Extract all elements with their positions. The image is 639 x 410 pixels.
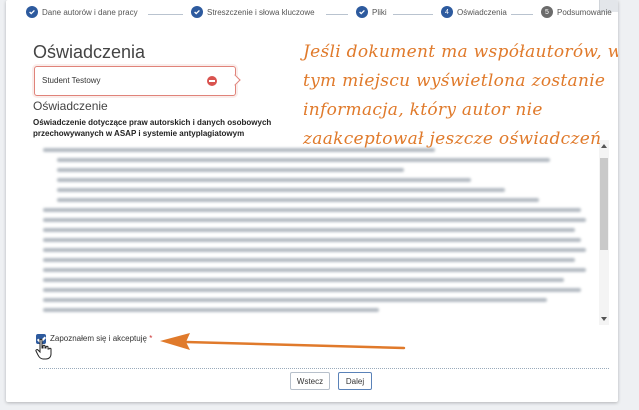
required-marker: * xyxy=(149,334,153,343)
section-title: Oświadczenie xyxy=(33,99,108,113)
step-number-icon: 4 xyxy=(441,6,453,18)
blurred-statement-text xyxy=(33,148,593,318)
card-pointer xyxy=(229,74,241,86)
step-label: Dane autorów i dane pracy xyxy=(42,7,138,17)
check-icon xyxy=(26,6,38,18)
annotation-text: Jeśli dokument ma współautorów, w tym mi… xyxy=(303,42,618,149)
next-button[interactable]: Dalej xyxy=(338,372,372,390)
annotation-arrow-icon xyxy=(160,333,406,350)
section-description: Oświadczenie dotyczące praw autorskich i… xyxy=(33,118,272,138)
footer-divider xyxy=(39,368,609,369)
stepper: Dane autorów i dane pracy Streszczenie i… xyxy=(26,6,616,26)
statement-text-box[interactable] xyxy=(33,140,610,325)
step-files[interactable]: Pliki xyxy=(356,6,387,18)
student-name: Student Testowy xyxy=(42,76,101,85)
scrollbar-thumb[interactable] xyxy=(600,158,608,250)
step-number-icon: 5 xyxy=(541,6,553,18)
step-statements[interactable]: 4 Oświadczenia xyxy=(441,6,507,18)
minus-circle-icon[interactable] xyxy=(207,76,217,86)
form-panel: Dane autorów i dane pracy Streszczenie i… xyxy=(6,0,618,402)
hand-cursor-icon xyxy=(35,338,52,360)
vertical-scrollbar[interactable] xyxy=(599,140,609,325)
step-connector xyxy=(393,14,433,15)
step-label: Streszczenie i słowa kluczowe xyxy=(207,7,315,17)
step-label: Pliki xyxy=(372,7,387,17)
step-connector xyxy=(148,14,183,15)
back-button[interactable]: Wstecz xyxy=(290,372,330,390)
step-connector xyxy=(326,14,348,15)
scroll-down-icon[interactable] xyxy=(601,317,607,321)
student-author-card[interactable]: Student Testowy xyxy=(34,66,241,96)
step-connector xyxy=(511,14,533,15)
check-icon xyxy=(356,6,368,18)
check-icon xyxy=(191,6,203,18)
step-label: Podsumowanie xyxy=(557,7,612,17)
page-title: Oświadczenia xyxy=(33,42,146,62)
step-summary[interactable]: 5 Podsumowanie xyxy=(541,6,612,18)
step-abstract[interactable]: Streszczenie i słowa kluczowe xyxy=(191,6,315,18)
step-label: Oświadczenia xyxy=(457,7,507,17)
accept-checkbox-label[interactable]: Zapoznałem się i akceptuję * xyxy=(50,334,152,343)
step-author-data[interactable]: Dane autorów i dane pracy xyxy=(26,6,138,18)
